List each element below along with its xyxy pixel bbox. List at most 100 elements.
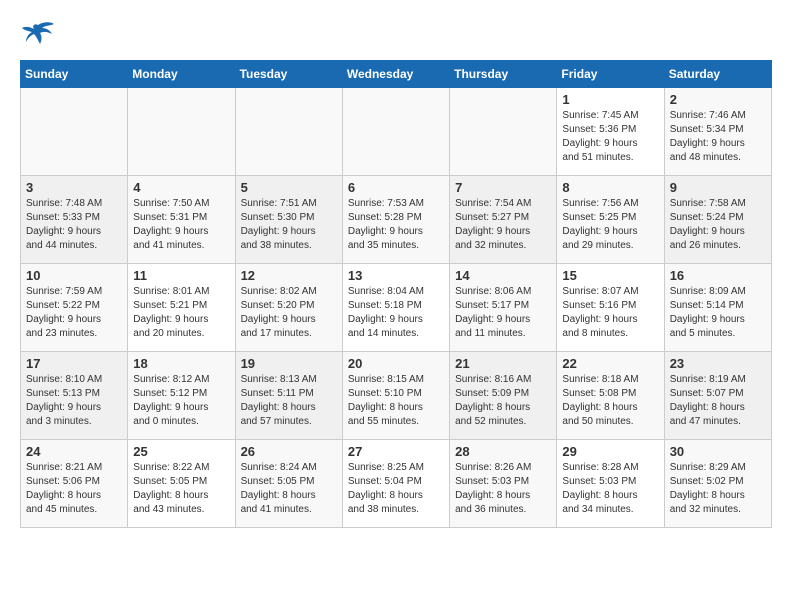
calendar-cell (450, 88, 557, 176)
calendar-cell: 27 Sunrise: 8:25 AM Sunset: 5:04 PM Dayli… (342, 440, 449, 528)
day-number: 22 (562, 356, 658, 371)
calendar-cell: 4Sunrise: 7:50 AM Sunset: 5:31 PM Daylig… (128, 176, 235, 264)
logo (20, 20, 62, 50)
calendar-cell: 6 Sunrise: 7:53 AM Sunset: 5:28 PM Daylig… (342, 176, 449, 264)
day-number: 7 (455, 180, 551, 195)
day-number: 29 (562, 444, 658, 459)
day-header-saturday: Saturday (664, 61, 771, 88)
calendar-cell (128, 88, 235, 176)
day-info: Sunrise: 7:54 AM Sunset: 5:27 PM Dayligh… (455, 197, 551, 253)
calendar-cell: 25 Sunrise: 8:22 AM Sunset: 5:05 PM Dayli… (128, 440, 235, 528)
calendar-cell: 2 Sunrise: 7:46 AM Sunset: 5:34 PM Daylig… (664, 88, 771, 176)
day-info: Sunrise: 7:50 AM Sunset: 5:31 PM Dayligh… (133, 197, 229, 253)
day-info: Sunrise: 8:21 AM Sunset: 5:06 PM Dayligh… (26, 461, 122, 517)
calendar-cell: 10Sunrise: 7:59 AM Sunset: 5:22 PM Dayli… (21, 264, 128, 352)
calendar-cell: 8 Sunrise: 7:56 AM Sunset: 5:25 PM Daylig… (557, 176, 664, 264)
calendar-cell: 17Sunrise: 8:10 AM Sunset: 5:13 PM Dayli… (21, 352, 128, 440)
day-header-friday: Friday (557, 61, 664, 88)
day-info: Sunrise: 8:24 AM Sunset: 5:05 PM Dayligh… (241, 461, 337, 517)
day-info: Sunrise: 8:18 AM Sunset: 5:08 PM Dayligh… (562, 373, 658, 429)
day-info: Sunrise: 8:04 AM Sunset: 5:18 PM Dayligh… (348, 285, 444, 341)
day-header-wednesday: Wednesday (342, 61, 449, 88)
calendar-cell: 3 Sunrise: 7:48 AM Sunset: 5:33 PM Daylig… (21, 176, 128, 264)
calendar-cell: 7 Sunrise: 7:54 AM Sunset: 5:27 PM Daylig… (450, 176, 557, 264)
day-header-sunday: Sunday (21, 61, 128, 88)
calendar-week-row: 17Sunrise: 8:10 AM Sunset: 5:13 PM Dayli… (21, 352, 772, 440)
calendar-cell: 13 Sunrise: 8:04 AM Sunset: 5:18 PM Dayli… (342, 264, 449, 352)
day-info: Sunrise: 8:02 AM Sunset: 5:20 PM Dayligh… (241, 285, 337, 341)
day-number: 14 (455, 268, 551, 283)
calendar-cell: 24 Sunrise: 8:21 AM Sunset: 5:06 PM Dayli… (21, 440, 128, 528)
day-number: 1 (562, 92, 658, 107)
day-number: 26 (241, 444, 337, 459)
calendar-cell (235, 88, 342, 176)
day-number: 5 (241, 180, 337, 195)
calendar-cell: 18Sunrise: 8:12 AM Sunset: 5:12 PM Dayli… (128, 352, 235, 440)
day-info: Sunrise: 8:22 AM Sunset: 5:05 PM Dayligh… (133, 461, 229, 517)
calendar-cell: 26 Sunrise: 8:24 AM Sunset: 5:05 PM Dayli… (235, 440, 342, 528)
logo-icon (20, 20, 56, 50)
day-number: 28 (455, 444, 551, 459)
day-number: 17 (26, 356, 122, 371)
day-info: Sunrise: 8:28 AM Sunset: 5:03 PM Dayligh… (562, 461, 658, 517)
calendar-cell: 9 Sunrise: 7:58 AM Sunset: 5:24 PM Daylig… (664, 176, 771, 264)
calendar-cell: 20 Sunrise: 8:15 AM Sunset: 5:10 PM Dayli… (342, 352, 449, 440)
day-info: Sunrise: 7:48 AM Sunset: 5:33 PM Dayligh… (26, 197, 122, 253)
day-info: Sunrise: 8:06 AM Sunset: 5:17 PM Dayligh… (455, 285, 551, 341)
day-info: Sunrise: 7:56 AM Sunset: 5:25 PM Dayligh… (562, 197, 658, 253)
day-info: Sunrise: 8:09 AM Sunset: 5:14 PM Dayligh… (670, 285, 766, 341)
day-info: Sunrise: 8:07 AM Sunset: 5:16 PM Dayligh… (562, 285, 658, 341)
day-info: Sunrise: 8:01 AM Sunset: 5:21 PM Dayligh… (133, 285, 229, 341)
day-info: Sunrise: 8:25 AM Sunset: 5:04 PM Dayligh… (348, 461, 444, 517)
day-number: 6 (348, 180, 444, 195)
calendar-cell: 12Sunrise: 8:02 AM Sunset: 5:20 PM Dayli… (235, 264, 342, 352)
calendar-cell: 30 Sunrise: 8:29 AM Sunset: 5:02 PM Dayli… (664, 440, 771, 528)
calendar-week-row: 10Sunrise: 7:59 AM Sunset: 5:22 PM Dayli… (21, 264, 772, 352)
day-info: Sunrise: 7:53 AM Sunset: 5:28 PM Dayligh… (348, 197, 444, 253)
day-number: 13 (348, 268, 444, 283)
calendar-week-row: 24 Sunrise: 8:21 AM Sunset: 5:06 PM Dayli… (21, 440, 772, 528)
day-number: 19 (241, 356, 337, 371)
day-header-tuesday: Tuesday (235, 61, 342, 88)
day-info: Sunrise: 7:51 AM Sunset: 5:30 PM Dayligh… (241, 197, 337, 253)
day-info: Sunrise: 7:46 AM Sunset: 5:34 PM Dayligh… (670, 109, 766, 165)
day-number: 23 (670, 356, 766, 371)
calendar-cell: 28 Sunrise: 8:26 AM Sunset: 5:03 PM Dayli… (450, 440, 557, 528)
day-number: 18 (133, 356, 229, 371)
calendar-week-row: 1 Sunrise: 7:45 AM Sunset: 5:36 PM Daylig… (21, 88, 772, 176)
day-info: Sunrise: 8:16 AM Sunset: 5:09 PM Dayligh… (455, 373, 551, 429)
day-number: 16 (670, 268, 766, 283)
day-info: Sunrise: 8:29 AM Sunset: 5:02 PM Dayligh… (670, 461, 766, 517)
day-info: Sunrise: 8:15 AM Sunset: 5:10 PM Dayligh… (348, 373, 444, 429)
day-info: Sunrise: 7:59 AM Sunset: 5:22 PM Dayligh… (26, 285, 122, 341)
day-number: 21 (455, 356, 551, 371)
day-number: 8 (562, 180, 658, 195)
calendar-cell: 21 Sunrise: 8:16 AM Sunset: 5:09 PM Dayli… (450, 352, 557, 440)
day-header-thursday: Thursday (450, 61, 557, 88)
day-number: 24 (26, 444, 122, 459)
day-number: 30 (670, 444, 766, 459)
day-info: Sunrise: 8:26 AM Sunset: 5:03 PM Dayligh… (455, 461, 551, 517)
day-number: 20 (348, 356, 444, 371)
day-header-monday: Monday (128, 61, 235, 88)
calendar-cell: 22 Sunrise: 8:18 AM Sunset: 5:08 PM Dayli… (557, 352, 664, 440)
calendar-week-row: 3 Sunrise: 7:48 AM Sunset: 5:33 PM Daylig… (21, 176, 772, 264)
calendar-cell: 29 Sunrise: 8:28 AM Sunset: 5:03 PM Dayli… (557, 440, 664, 528)
day-number: 9 (670, 180, 766, 195)
calendar-cell: 11Sunrise: 8:01 AM Sunset: 5:21 PM Dayli… (128, 264, 235, 352)
day-number: 3 (26, 180, 122, 195)
day-number: 2 (670, 92, 766, 107)
day-number: 25 (133, 444, 229, 459)
day-number: 27 (348, 444, 444, 459)
day-info: Sunrise: 8:13 AM Sunset: 5:11 PM Dayligh… (241, 373, 337, 429)
day-info: Sunrise: 7:58 AM Sunset: 5:24 PM Dayligh… (670, 197, 766, 253)
calendar-cell: 19 Sunrise: 8:13 AM Sunset: 5:11 PM Dayli… (235, 352, 342, 440)
calendar-cell: 5 Sunrise: 7:51 AM Sunset: 5:30 PM Daylig… (235, 176, 342, 264)
day-number: 15 (562, 268, 658, 283)
calendar-cell: 15 Sunrise: 8:07 AM Sunset: 5:16 PM Dayli… (557, 264, 664, 352)
calendar-cell: 23Sunrise: 8:19 AM Sunset: 5:07 PM Dayli… (664, 352, 771, 440)
calendar-cell (342, 88, 449, 176)
calendar-header-row: SundayMondayTuesdayWednesdayThursdayFrid… (21, 61, 772, 88)
day-info: Sunrise: 7:45 AM Sunset: 5:36 PM Dayligh… (562, 109, 658, 165)
calendar-cell (21, 88, 128, 176)
